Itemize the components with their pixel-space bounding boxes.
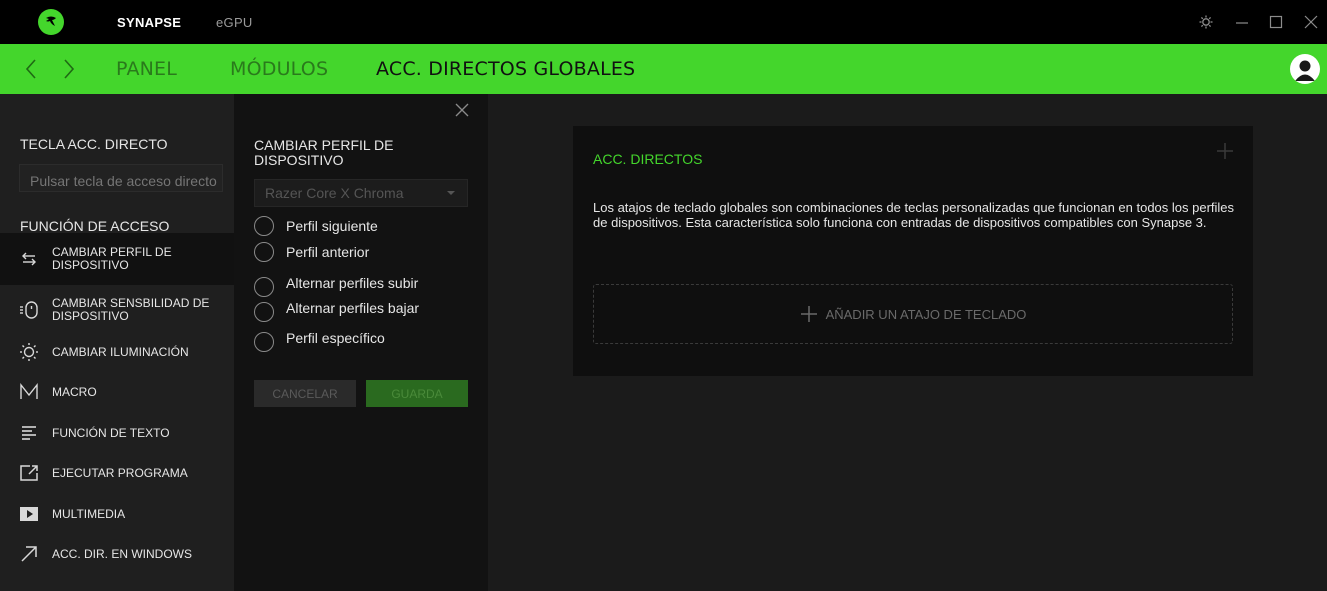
chevron-down-icon <box>447 191 455 195</box>
sidebar-item-label: FUNCIÓN DE TEXTO <box>52 425 170 440</box>
sidebar-item-label: MULTIMEDIA <box>52 506 126 521</box>
radio-specific-profile[interactable]: Perfil específico <box>254 330 385 352</box>
sidebar-item-macro[interactable]: MACRO <box>0 372 234 412</box>
switch-profile-icon <box>19 249 39 269</box>
add-shortcut-button[interactable]: AÑADIR UN ATAJO DE TECLADO <box>593 284 1233 344</box>
multimedia-icon <box>19 504 39 524</box>
nav-bar: PANEL MÓDULOS ACC. DIRECTOS GLOBALES <box>0 44 1327 94</box>
sidebar-item-windows-shortcut[interactable]: ACC. DIR. EN WINDOWS <box>0 534 234 574</box>
razer-logo-icon <box>38 9 64 35</box>
hotkey-heading: TECLA ACC. DIRECTO <box>20 136 168 152</box>
radio-previous-profile[interactable]: Perfil anterior <box>254 242 369 262</box>
sidebar-item-label: CAMBIAR ILUMINACIÓN <box>52 344 189 359</box>
radio-circle[interactable] <box>254 332 274 352</box>
radio-circle[interactable] <box>254 242 274 262</box>
device-select-value: Razer Core X Chroma <box>265 185 404 201</box>
radio-circle[interactable] <box>254 277 274 297</box>
app-name[interactable]: SYNAPSE <box>117 15 181 30</box>
sidebar-item-multimedia[interactable]: MULTIMEDIA <box>0 494 234 534</box>
card-description: Los atajos de teclado globales son combi… <box>593 200 1235 230</box>
sidebar-item-text-function[interactable]: FUNCIÓN DE TEXTO <box>0 413 234 453</box>
sidebar-item-lighting[interactable]: CAMBIAR ILUMINACIÓN <box>0 332 234 372</box>
title-bar: SYNAPSE eGPU <box>0 0 1327 44</box>
macro-icon <box>19 382 39 402</box>
radio-label: Perfil anterior <box>286 244 370 260</box>
device-select[interactable]: Razer Core X Chroma <box>254 179 468 207</box>
panel-title: CAMBIAR PERFIL DE DISPOSITIVO <box>254 137 394 168</box>
forward-arrow-icon[interactable] <box>58 58 78 80</box>
save-button[interactable]: GUARDA <box>366 380 468 407</box>
radio-cycle-up[interactable]: Alternar perfiles subir <box>254 275 419 297</box>
lighting-icon <box>19 342 39 362</box>
plus-icon <box>800 306 817 322</box>
add-plus-icon[interactable] <box>1215 141 1235 161</box>
sidebar-item-switch-profile[interactable]: CAMBIAR PERFIL DE DISPOSITIVO <box>0 233 234 285</box>
radio-next-profile[interactable]: Perfil siguiente <box>254 216 378 236</box>
nav-modules[interactable]: MÓDULOS <box>230 58 328 80</box>
sidebar: TECLA ACC. DIRECTO FUNCIÓN DE ACCESO DIR… <box>0 94 234 591</box>
sidebar-item-launch-program[interactable]: EJECUTAR PROGRAMA <box>0 453 234 493</box>
shortcuts-card: ACC. DIRECTOS Los atajos de teclado glob… <box>573 126 1253 376</box>
radio-label: Alternar perfiles bajar <box>286 300 420 316</box>
card-title: ACC. DIRECTOS <box>593 151 703 167</box>
back-arrow-icon[interactable] <box>22 58 42 80</box>
sidebar-item-label: EJECUTAR PROGRAMA <box>52 465 188 480</box>
sensitivity-icon <box>19 300 39 320</box>
nav-panel[interactable]: PANEL <box>116 58 177 80</box>
text-function-icon <box>19 423 39 443</box>
user-avatar-icon[interactable] <box>1290 54 1320 84</box>
radio-label: Perfil siguiente <box>286 218 378 234</box>
radio-label: Alternar perfiles subir <box>286 275 419 291</box>
maximize-icon[interactable] <box>1266 12 1286 32</box>
sidebar-item-label: ACC. DIR. EN WINDOWS <box>52 546 192 561</box>
egpu-tab[interactable]: eGPU <box>216 15 253 30</box>
radio-circle[interactable] <box>254 216 274 236</box>
radio-circle[interactable] <box>254 302 274 322</box>
close-panel-icon[interactable] <box>454 102 470 118</box>
sidebar-item-label: CAMBIAR SENSBILIDAD DE DISPOSITIVO <box>52 296 210 323</box>
minimize-icon[interactable] <box>1232 12 1252 32</box>
hotkey-input[interactable] <box>19 164 223 192</box>
add-shortcut-label: AÑADIR UN ATAJO DE TECLADO <box>825 306 1027 322</box>
radio-cycle-down[interactable]: Alternar perfiles bajar <box>254 300 420 322</box>
nav-global-shortcuts[interactable]: ACC. DIRECTOS GLOBALES <box>376 58 635 80</box>
switch-profile-panel: CAMBIAR PERFIL DE DISPOSITIVO Razer Core… <box>234 94 488 591</box>
sidebar-item-sensitivity[interactable]: CAMBIAR SENSBILIDAD DE DISPOSITIVO <box>0 290 234 330</box>
close-icon[interactable] <box>1301 12 1321 32</box>
settings-icon[interactable] <box>1196 12 1216 32</box>
windows-shortcut-icon <box>19 544 39 564</box>
sidebar-item-label: MACRO <box>52 384 97 399</box>
cancel-button[interactable]: CANCELAR <box>254 380 356 407</box>
launch-program-icon <box>19 463 39 483</box>
sidebar-item-label: CAMBIAR PERFIL DE DISPOSITIVO <box>52 245 172 272</box>
radio-label: Perfil específico <box>286 330 385 346</box>
